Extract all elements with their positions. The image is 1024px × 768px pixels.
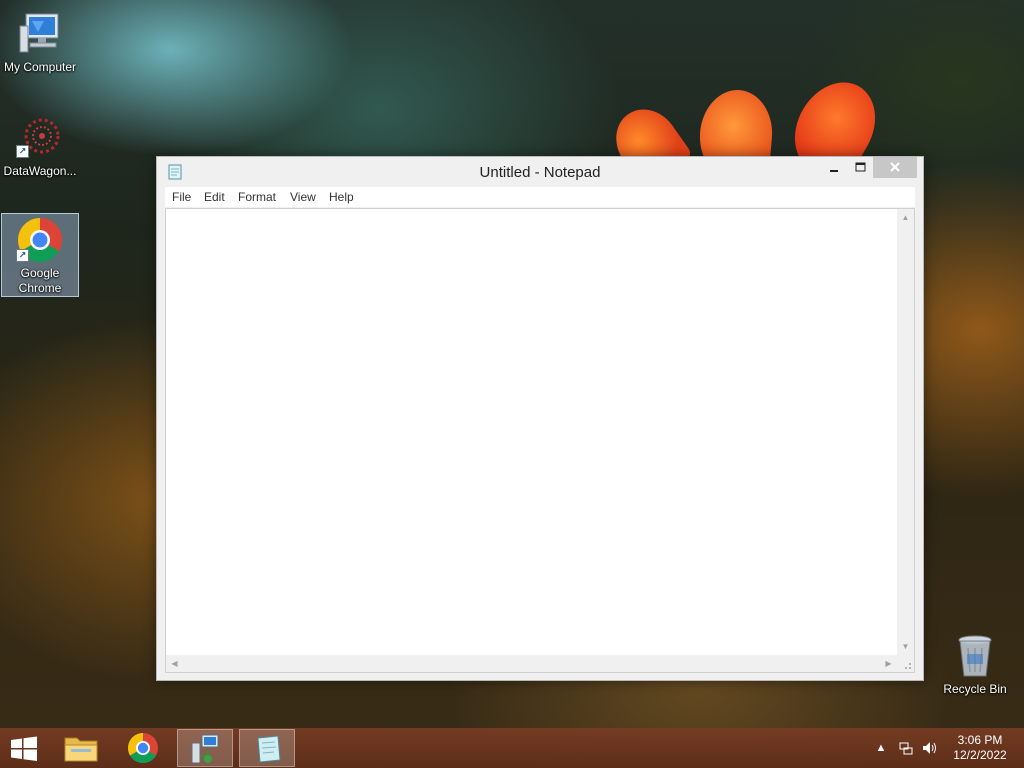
minimize-icon bbox=[830, 170, 838, 172]
chrome-icon bbox=[127, 733, 158, 764]
scroll-down-icon[interactable]: ▼ bbox=[897, 638, 914, 655]
maximize-button[interactable] bbox=[847, 157, 873, 178]
desktop-icon-label: DataWagon... bbox=[3, 164, 77, 178]
chrome-icon: ↗ bbox=[16, 216, 64, 264]
editor-area: ▲ ▼ ◀ ▶ bbox=[165, 208, 915, 673]
network-icon[interactable] bbox=[898, 740, 914, 756]
scroll-right-icon[interactable]: ▶ bbox=[880, 655, 897, 672]
menu-edit[interactable]: Edit bbox=[204, 190, 225, 204]
window-title: Untitled - Notepad bbox=[479, 164, 601, 181]
desktop-icon-label: My Computer bbox=[3, 60, 77, 74]
taskbar-network-config[interactable] bbox=[177, 729, 233, 767]
minimize-button[interactable] bbox=[821, 157, 847, 178]
size-grip-icon[interactable] bbox=[897, 655, 914, 672]
scroll-left-icon[interactable]: ◀ bbox=[166, 655, 183, 672]
desktop-icon-datawagon[interactable]: ↗ DataWagon... bbox=[1, 110, 79, 182]
clock-date: 12/2/2022 bbox=[953, 748, 1007, 762]
vertical-scrollbar[interactable]: ▲ ▼ bbox=[897, 209, 914, 655]
start-button[interactable] bbox=[0, 729, 48, 767]
computer-icon bbox=[16, 10, 64, 58]
desktop-icon-my-computer[interactable]: My Computer bbox=[1, 6, 79, 78]
menu-format[interactable]: Format bbox=[238, 190, 276, 204]
desktop-icon-recycle-bin[interactable]: Recycle Bin bbox=[936, 628, 1014, 700]
folder-icon bbox=[64, 737, 98, 762]
maximize-icon bbox=[855, 162, 866, 172]
taskbar-notepad[interactable] bbox=[239, 729, 295, 767]
menu-view[interactable]: View bbox=[290, 190, 316, 204]
notepad-window[interactable]: Untitled - Notepad File Edit Format View… bbox=[156, 156, 924, 681]
recycle-bin-icon bbox=[951, 632, 999, 680]
datawagon-icon: ↗ bbox=[16, 114, 64, 162]
shortcut-arrow-icon: ↗ bbox=[16, 145, 29, 158]
network-computer-icon bbox=[191, 734, 219, 764]
menu-bar: File Edit Format View Help bbox=[165, 187, 915, 207]
menu-help[interactable]: Help bbox=[329, 190, 354, 204]
desktop-icon-label: Recycle Bin bbox=[943, 682, 1007, 696]
close-icon bbox=[890, 162, 900, 172]
scroll-up-icon[interactable]: ▲ bbox=[897, 209, 914, 226]
horizontal-scrollbar[interactable]: ◀ ▶ bbox=[166, 655, 897, 672]
system-clock[interactable]: 3:06 PM 12/2/2022 bbox=[946, 733, 1014, 763]
desktop-icon-google-chrome[interactable]: ↗ Google Chrome bbox=[1, 213, 79, 297]
close-button[interactable] bbox=[873, 157, 917, 178]
desktop-icon-label: Google Chrome bbox=[18, 266, 62, 295]
shortcut-arrow-icon: ↗ bbox=[16, 249, 29, 262]
volume-icon[interactable] bbox=[921, 740, 937, 756]
text-editor[interactable] bbox=[166, 209, 897, 655]
taskbar-google-chrome[interactable] bbox=[115, 729, 171, 767]
show-hidden-icons-button[interactable]: ▲ bbox=[873, 740, 889, 756]
menu-file[interactable]: File bbox=[172, 190, 191, 204]
title-bar[interactable]: Untitled - Notepad bbox=[157, 157, 923, 187]
windows-logo-icon bbox=[11, 736, 37, 761]
clock-time: 3:06 PM bbox=[957, 733, 1003, 747]
notepad-icon bbox=[257, 735, 281, 763]
taskbar-file-explorer[interactable] bbox=[53, 729, 109, 767]
taskbar: ▲ 3:06 PM 12/2/2022 bbox=[0, 728, 1024, 768]
